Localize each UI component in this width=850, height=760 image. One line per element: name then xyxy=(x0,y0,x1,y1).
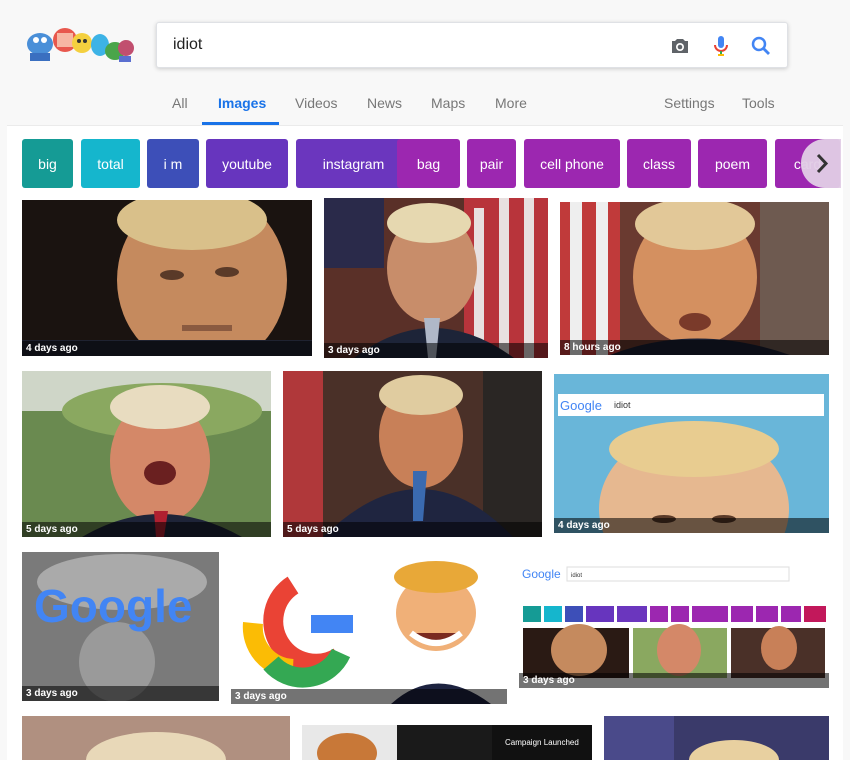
result-thumbnail xyxy=(22,200,312,356)
result-thumbnail xyxy=(560,202,829,355)
result-thumbnail xyxy=(604,716,829,760)
chevron-right-icon xyxy=(816,153,829,174)
image-result[interactable]: 8 hours ago xyxy=(560,202,829,355)
doodle-image xyxy=(27,28,134,62)
mini-google-logo: Google xyxy=(522,567,561,581)
mini-search-query: idiot xyxy=(571,573,582,579)
image-result[interactable]: 4 days ago xyxy=(22,200,312,356)
related-chip[interactable]: pair xyxy=(467,139,516,188)
tab-maps[interactable]: Maps xyxy=(431,95,465,111)
result-thumbnail: Campaign Launched xyxy=(302,725,592,760)
result-age: 3 days ago xyxy=(324,343,548,358)
microphone-icon[interactable] xyxy=(709,34,733,58)
image-result[interactable]: 5 days ago xyxy=(22,371,271,537)
tab-images[interactable]: Images xyxy=(218,95,266,111)
result-thumbnail xyxy=(22,371,271,537)
image-result[interactable] xyxy=(604,716,829,760)
result-thumbnail xyxy=(324,198,548,358)
related-chip[interactable]: class xyxy=(627,139,691,188)
related-chip[interactable]: bag xyxy=(397,139,460,188)
mini-search-query: idiot xyxy=(614,400,631,410)
chips-next-button[interactable] xyxy=(801,139,841,188)
tab-all[interactable]: All xyxy=(172,95,188,111)
tab-tools[interactable]: Tools xyxy=(742,95,775,111)
result-age: 3 days ago xyxy=(22,686,219,701)
result-age: 4 days ago xyxy=(22,341,312,356)
mini-google-logo: Google xyxy=(560,398,602,413)
search-tabs: All Images Videos News Maps More Setting… xyxy=(0,84,850,126)
related-chip[interactable]: poem xyxy=(698,139,767,188)
tab-more[interactable]: More xyxy=(495,95,527,111)
image-result[interactable]: 5 days ago xyxy=(283,371,542,537)
tab-videos[interactable]: Videos xyxy=(295,95,338,111)
result-age: 5 days ago xyxy=(283,522,542,537)
related-chip[interactable]: instagram xyxy=(296,139,411,188)
image-result[interactable]: 3 days ago xyxy=(231,553,507,704)
result-thumbnail: Google idiot xyxy=(519,560,829,688)
tab-news[interactable]: News xyxy=(367,95,402,111)
campaign-caption: Campaign Launched xyxy=(505,738,579,747)
result-age: 4 days ago xyxy=(554,518,829,533)
search-box[interactable] xyxy=(156,22,788,68)
result-age: 3 days ago xyxy=(519,673,829,688)
result-age: 5 days ago xyxy=(22,522,271,537)
related-chip[interactable]: i m xyxy=(147,139,199,188)
result-thumbnail xyxy=(283,371,542,537)
result-age: 3 days ago xyxy=(231,689,507,704)
related-chip[interactable]: big xyxy=(22,139,73,188)
related-search-chips: big total i m youtube instagram bag pair cell p… xyxy=(22,139,840,188)
related-chip[interactable]: total xyxy=(81,139,140,188)
result-thumbnail: Google xyxy=(22,552,219,701)
result-thumbnail xyxy=(231,553,507,704)
search-input[interactable] xyxy=(173,23,653,67)
image-result[interactable] xyxy=(22,716,290,760)
result-age: 8 hours ago xyxy=(560,340,829,355)
image-result[interactable]: Google idiot 3 days ago xyxy=(519,560,829,688)
camera-icon[interactable] xyxy=(668,34,692,58)
image-result[interactable]: 3 days ago xyxy=(324,198,548,358)
search-icon[interactable] xyxy=(749,34,773,58)
image-result[interactable]: Campaign Launched xyxy=(302,725,592,760)
result-thumbnail: Google idiot xyxy=(554,374,829,533)
image-result[interactable]: Google 3 days ago xyxy=(22,552,219,701)
related-chip[interactable]: youtube xyxy=(206,139,288,188)
google-wordmark: Google xyxy=(34,580,192,632)
related-chip[interactable]: cell phone xyxy=(524,139,620,188)
image-result[interactable]: Google idiot 4 days ago xyxy=(554,374,829,533)
google-doodle-logo[interactable] xyxy=(22,20,137,70)
result-thumbnail xyxy=(22,716,290,760)
tab-settings[interactable]: Settings xyxy=(664,95,715,111)
